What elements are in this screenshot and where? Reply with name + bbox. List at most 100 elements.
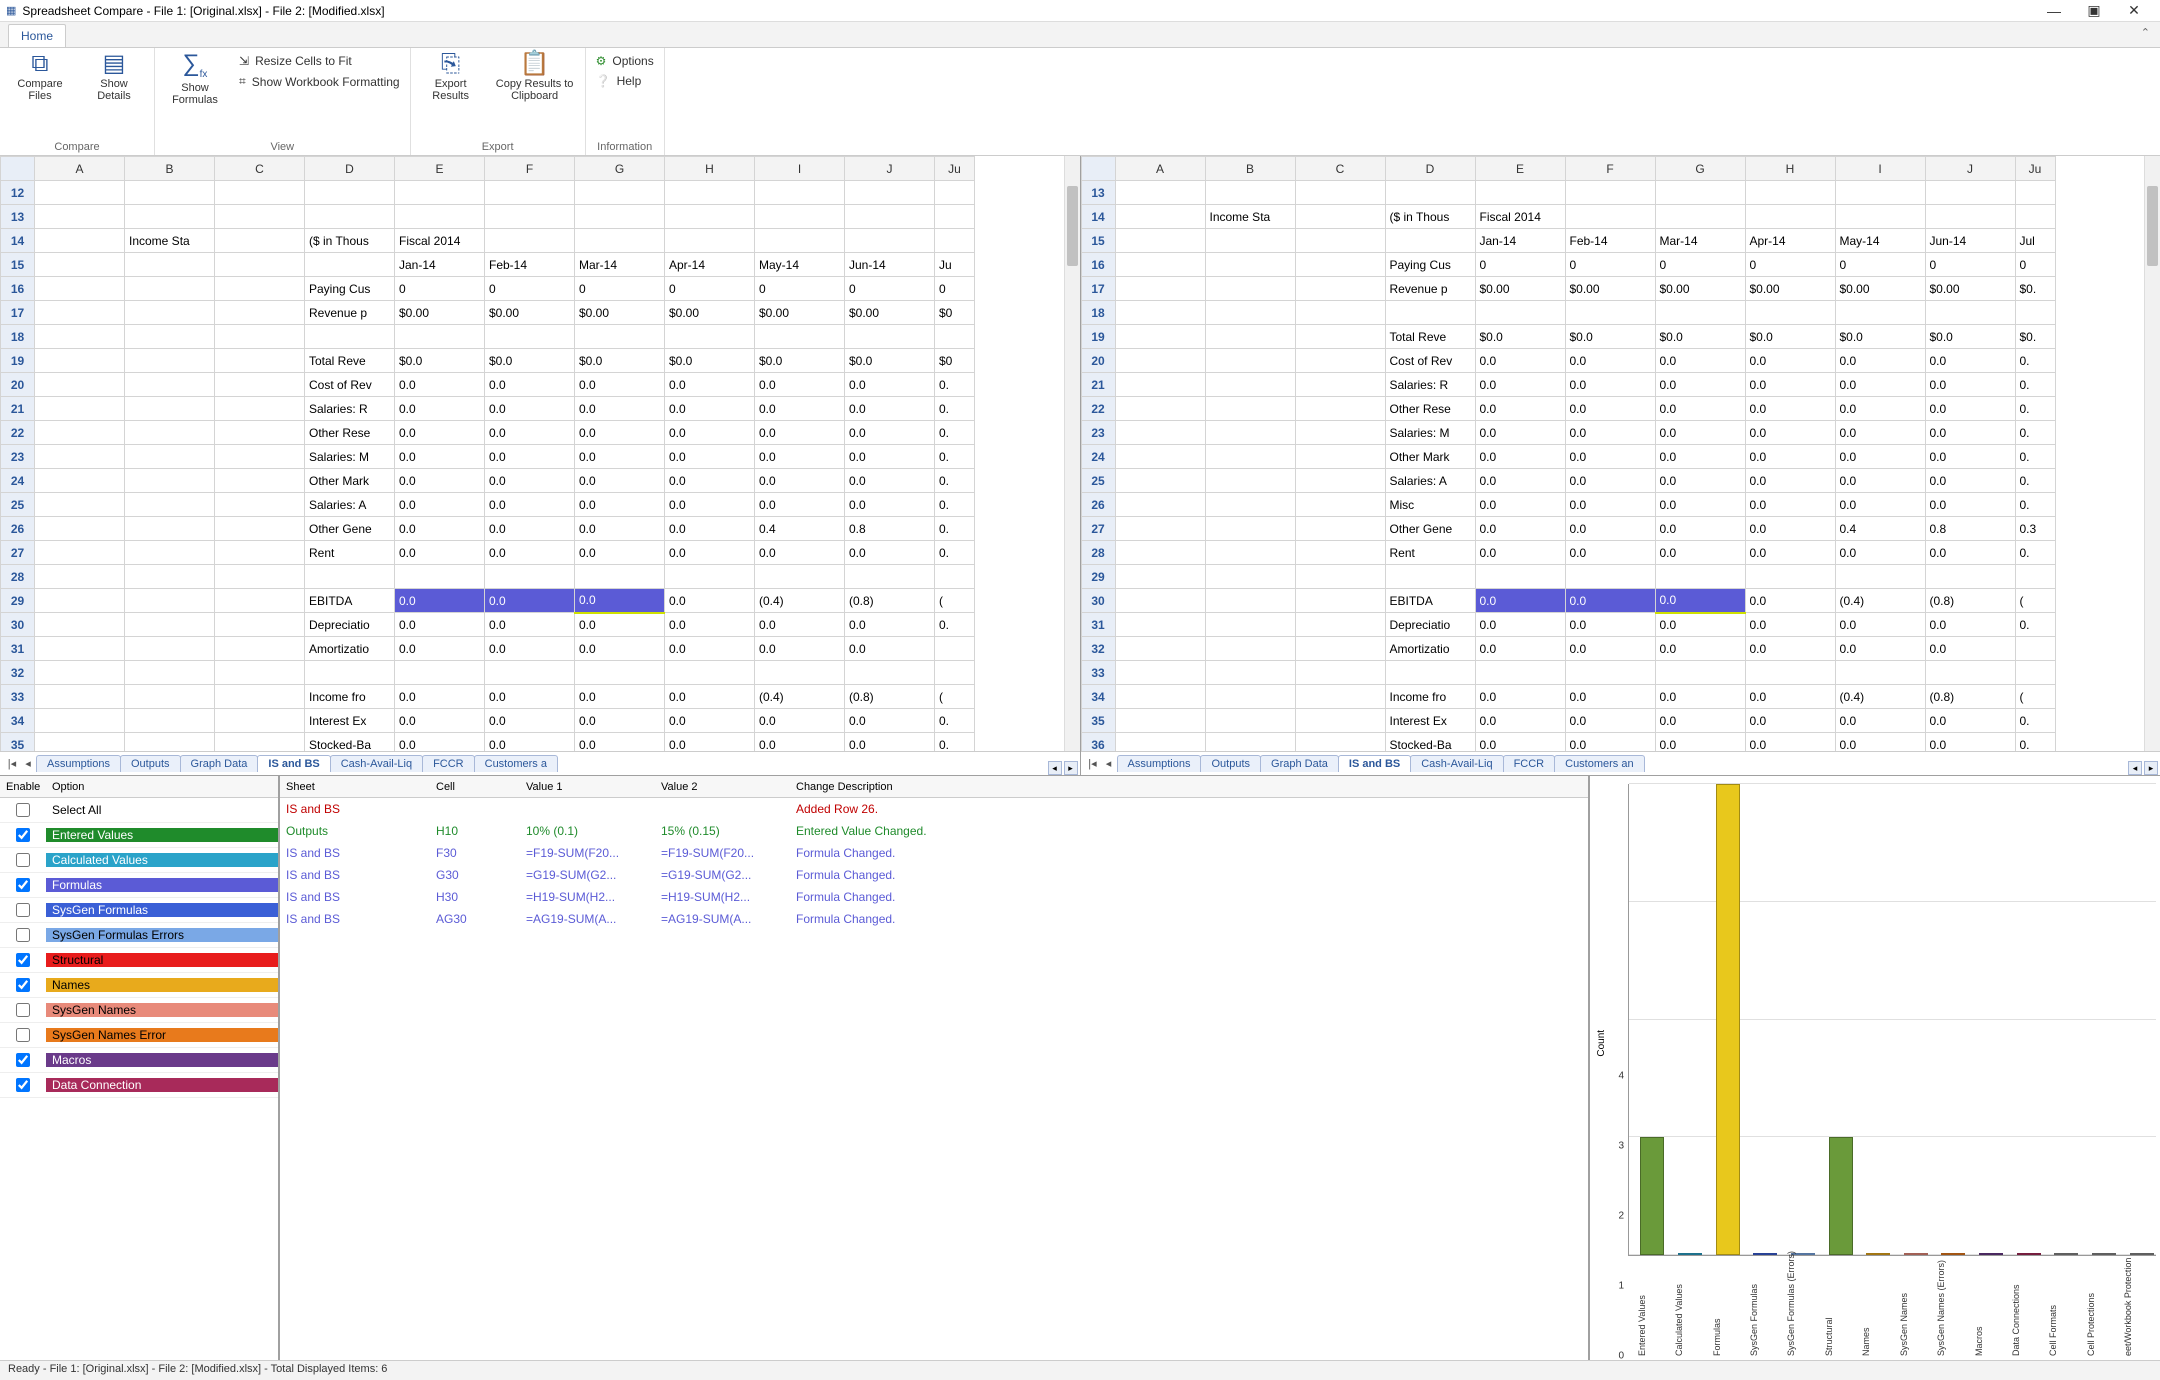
cell[interactable]: 0.0 xyxy=(1835,349,1925,373)
cell[interactable] xyxy=(1205,397,1295,421)
cell[interactable] xyxy=(1205,685,1295,709)
option-checkbox[interactable] xyxy=(16,828,30,842)
cell[interactable] xyxy=(1295,421,1385,445)
cell[interactable]: 0.0 xyxy=(1835,733,1925,752)
cell[interactable]: 0 xyxy=(1745,253,1835,277)
cell[interactable] xyxy=(1565,181,1655,205)
cell[interactable] xyxy=(35,661,125,685)
cell[interactable]: 0.0 xyxy=(1655,517,1745,541)
cell[interactable]: 0.0 xyxy=(1835,637,1925,661)
cell[interactable]: 0.0 xyxy=(1475,709,1565,733)
cell[interactable]: 0.0 xyxy=(1655,589,1745,613)
cell[interactable] xyxy=(35,421,125,445)
cell[interactable]: 0.0 xyxy=(1925,637,2015,661)
copy-clipboard-button[interactable]: 📋 Copy Results to Clipboard xyxy=(495,52,575,102)
cell[interactable]: 0. xyxy=(2015,613,2055,637)
cell[interactable]: Amortizatio xyxy=(305,637,395,661)
cell[interactable]: 0.0 xyxy=(1745,685,1835,709)
cell[interactable]: 0.0 xyxy=(1475,517,1565,541)
cell[interactable] xyxy=(1115,493,1205,517)
cell[interactable] xyxy=(1115,229,1205,253)
cell[interactable]: 0.0 xyxy=(1835,709,1925,733)
cell[interactable]: Revenue p xyxy=(1385,277,1475,301)
option-row[interactable]: SysGen Names xyxy=(0,998,278,1023)
cell[interactable]: 0.0 xyxy=(1745,421,1835,445)
cell[interactable]: 0.0 xyxy=(665,397,755,421)
cell[interactable]: 0.0 xyxy=(575,493,665,517)
cell[interactable] xyxy=(665,325,755,349)
option-checkbox[interactable] xyxy=(16,953,30,967)
cell[interactable] xyxy=(35,541,125,565)
cell[interactable]: ( xyxy=(935,685,975,709)
cell[interactable]: 0.0 xyxy=(665,373,755,397)
maximize-button[interactable]: ▣ xyxy=(2074,2,2114,19)
cell[interactable]: $0.00 xyxy=(1745,277,1835,301)
cell[interactable] xyxy=(1295,373,1385,397)
cell[interactable] xyxy=(575,325,665,349)
cell[interactable] xyxy=(1115,397,1205,421)
cell[interactable]: 0 xyxy=(2015,253,2055,277)
cell[interactable]: EBITDA xyxy=(305,589,395,613)
sheet-tab[interactable]: Graph Data xyxy=(1260,755,1339,772)
cell[interactable]: 0.0 xyxy=(1925,445,2015,469)
option-checkbox[interactable] xyxy=(16,928,30,942)
vscroll-right[interactable] xyxy=(2144,156,2160,751)
cell[interactable] xyxy=(1385,181,1475,205)
cell[interactable]: Salaries: A xyxy=(1385,469,1475,493)
cell[interactable] xyxy=(1655,565,1745,589)
cell[interactable]: 0.0 xyxy=(485,445,575,469)
cell[interactable] xyxy=(2015,181,2055,205)
option-row[interactable]: Names xyxy=(0,973,278,998)
cell[interactable] xyxy=(845,565,935,589)
cell[interactable]: 0.0 xyxy=(845,469,935,493)
cell[interactable]: 0.0 xyxy=(1475,685,1565,709)
cell[interactable] xyxy=(1115,373,1205,397)
cell[interactable]: 0.0 xyxy=(665,541,755,565)
cell[interactable]: 0.0 xyxy=(1655,373,1745,397)
cell[interactable]: (0.4) xyxy=(755,589,845,613)
cell[interactable] xyxy=(1115,541,1205,565)
cell[interactable] xyxy=(1115,637,1205,661)
diff-row[interactable]: IS and BS H30 =H19-SUM(H2... =H19-SUM(H2… xyxy=(286,886,1588,908)
cell[interactable] xyxy=(125,661,215,685)
cell[interactable] xyxy=(755,229,845,253)
cell[interactable] xyxy=(485,565,575,589)
cell[interactable]: $0.0 xyxy=(755,349,845,373)
diff-row[interactable]: IS and BS Added Row 26. xyxy=(286,798,1588,820)
cell[interactable] xyxy=(935,325,975,349)
cell[interactable]: 0.0 xyxy=(1655,421,1745,445)
cell[interactable] xyxy=(215,637,305,661)
cell[interactable]: 0.0 xyxy=(1475,445,1565,469)
cell[interactable]: 0.0 xyxy=(755,733,845,752)
cell[interactable] xyxy=(35,277,125,301)
cell[interactable] xyxy=(1205,661,1295,685)
cell[interactable]: 0.0 xyxy=(755,397,845,421)
cell[interactable] xyxy=(485,325,575,349)
cell[interactable] xyxy=(1205,589,1295,613)
cell[interactable] xyxy=(125,421,215,445)
diff-row[interactable]: Outputs H10 10% (0.1) 15% (0.15) Entered… xyxy=(286,820,1588,842)
cell[interactable] xyxy=(215,661,305,685)
cell[interactable]: 0.0 xyxy=(1835,613,1925,637)
cell[interactable]: 0.0 xyxy=(665,733,755,752)
cell[interactable] xyxy=(215,325,305,349)
cell[interactable]: 0.0 xyxy=(665,613,755,637)
cell[interactable]: Stocked-Ba xyxy=(305,733,395,752)
cell[interactable] xyxy=(125,253,215,277)
cell[interactable] xyxy=(1115,685,1205,709)
cell[interactable]: 0.0 xyxy=(485,685,575,709)
cell[interactable]: $0.0 xyxy=(845,349,935,373)
cell[interactable]: 0.0 xyxy=(575,613,665,637)
cell[interactable]: 0.0 xyxy=(845,709,935,733)
cell[interactable]: 0.0 xyxy=(1835,421,1925,445)
cell[interactable]: $0.0 xyxy=(1835,325,1925,349)
cell[interactable] xyxy=(215,277,305,301)
cell[interactable]: 0.0 xyxy=(485,397,575,421)
cell[interactable] xyxy=(35,373,125,397)
cell[interactable]: Misc xyxy=(1385,493,1475,517)
cell[interactable]: Other Mark xyxy=(1385,445,1475,469)
sheet-tab[interactable]: Cash-Avail-Liq xyxy=(1410,755,1503,772)
cell[interactable] xyxy=(1385,661,1475,685)
option-row[interactable]: SysGen Names Error xyxy=(0,1023,278,1048)
cell[interactable]: 0.0 xyxy=(1925,373,2015,397)
